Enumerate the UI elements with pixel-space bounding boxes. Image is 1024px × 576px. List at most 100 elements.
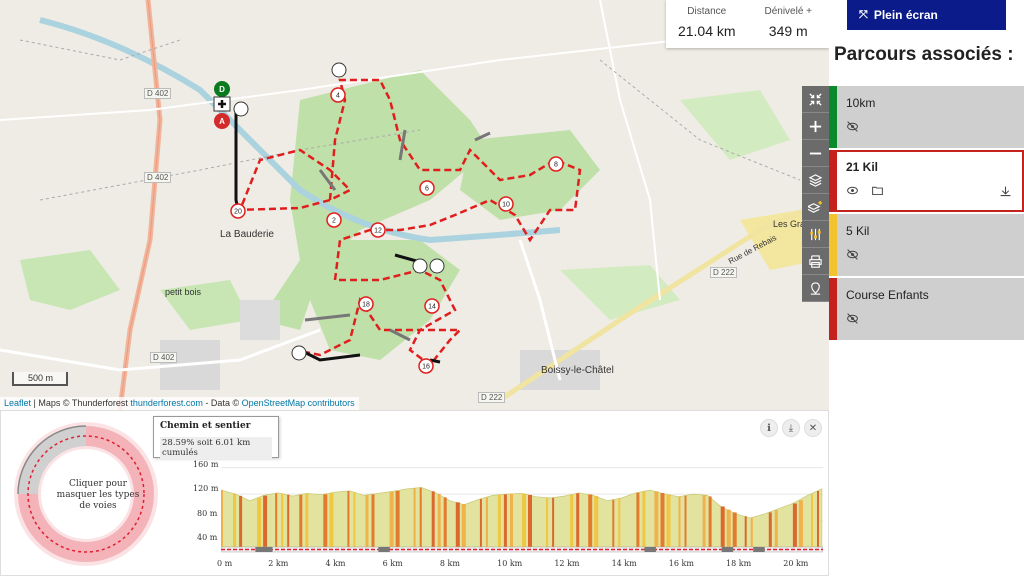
eye-icon[interactable]	[846, 184, 859, 197]
slope-stripe	[347, 491, 350, 547]
x-tick-label: 20 km	[783, 559, 809, 568]
folder-icon[interactable]	[871, 184, 884, 197]
route-item-5-kil[interactable]: 5 Kil	[829, 214, 1024, 276]
slope-stripe	[455, 502, 460, 547]
slope-stripe	[275, 493, 278, 547]
zoom-out-icon	[809, 152, 822, 154]
slope-stripe	[528, 494, 532, 547]
layers-add-button[interactable]	[802, 194, 829, 221]
slope-stripe	[461, 504, 466, 547]
x-tick-label: 0 m	[217, 559, 233, 568]
tooltip-value: 28.59% soit 6.01 km cumulés	[160, 437, 272, 459]
km-marker-label: 6	[425, 186, 429, 193]
place-label: La Bauderie	[220, 229, 274, 240]
slope-stripe	[287, 494, 290, 547]
slope-stripe	[239, 495, 243, 547]
slope-stripe	[413, 488, 416, 547]
slope-stripe	[323, 494, 328, 547]
thunderforest-link[interactable]: thunderforest.com	[130, 398, 203, 408]
route-name: 10km	[846, 96, 876, 110]
route-item-course-enfants[interactable]: Course Enfants	[829, 278, 1024, 340]
slope-stripe	[666, 494, 671, 547]
settings-button[interactable]	[802, 221, 829, 248]
slope-stripe	[612, 499, 615, 547]
km-marker-label: 16	[422, 364, 430, 371]
x-tick-label: 2 km	[268, 559, 289, 568]
route-list: 10km 21 Kil 5 Kil Course Enfants	[829, 86, 1024, 342]
y-tick-label: 80 m	[197, 509, 218, 518]
leaflet-link[interactable]: Leaflet	[4, 398, 31, 408]
eye-slash-icon[interactable]	[846, 120, 859, 133]
zoom-in-button[interactable]	[802, 113, 829, 140]
slope-stripe	[395, 490, 400, 547]
slope-stripe	[744, 516, 747, 547]
slope-stripe	[329, 493, 334, 547]
download-button[interactable]: ⤓	[782, 419, 800, 437]
slope-stripe	[299, 494, 303, 547]
route-item-10km[interactable]: 10km	[829, 86, 1024, 148]
elevation-chart[interactable]	[221, 461, 823, 561]
slope-stripe	[817, 491, 819, 547]
slope-stripe	[594, 495, 599, 547]
km-marker-label: 4	[336, 93, 340, 100]
tooltip-title: Chemin et sentier	[160, 421, 251, 431]
slope-stripe	[419, 487, 422, 547]
map-canvas[interactable]: 2 4 6 8 10 12 14 16 18 20 D A	[0, 0, 829, 410]
slope-stripe	[263, 495, 268, 547]
print-icon	[809, 254, 822, 268]
map-view[interactable]: 2 4 6 8 10 12 14 16 18 20 D A La Bauderie petit bo…	[0, 0, 829, 410]
km-marker-label: 2	[332, 218, 336, 225]
x-tick-label: 16 km	[668, 559, 694, 568]
slope-stripe	[389, 491, 394, 547]
path-segment	[721, 547, 734, 552]
slope-stripe	[792, 503, 797, 547]
eye-slash-icon[interactable]	[846, 312, 859, 325]
slope-stripe	[305, 493, 309, 547]
collapse-button[interactable]	[802, 86, 829, 113]
slope-stripe	[588, 494, 593, 547]
fullscreen-button[interactable]: ⤧ Plein écran	[847, 0, 1006, 30]
location-icon	[810, 281, 821, 295]
print-button[interactable]	[802, 248, 829, 275]
x-tick-label: 18 km	[726, 559, 752, 568]
x-tick-label: 14 km	[611, 559, 637, 568]
slope-stripe	[233, 493, 236, 547]
km-marker-label: 18	[362, 302, 370, 309]
layers-button[interactable]	[802, 167, 829, 194]
elevation-profile: Cliquer pour masquer les types de voies …	[0, 410, 829, 576]
expand-icon: ⤧	[859, 8, 868, 21]
profile-tools: ℹ ⤓ ✕	[760, 419, 822, 437]
route-item-21-kil[interactable]: 21 Kil	[829, 150, 1024, 212]
eye-slash-icon[interactable]	[846, 248, 859, 261]
slope-stripe	[732, 512, 737, 547]
slope-stripe	[702, 495, 706, 547]
slope-stripe	[750, 517, 753, 547]
location-button[interactable]	[802, 275, 829, 302]
slope-stripe	[720, 506, 725, 547]
close-icon: ✕	[808, 422, 818, 434]
slope-stripe	[221, 490, 223, 547]
start-marker-label[interactable]: D	[219, 85, 225, 94]
road-tag: D 402	[150, 352, 178, 363]
route-stats: Distance 21.04 km Dénivelé + 349 m	[666, 0, 829, 48]
elevation-area	[221, 487, 823, 548]
slope-stripe	[768, 512, 772, 547]
elevation-value: 349 m	[768, 23, 808, 39]
y-tick-label: 160 m	[193, 460, 219, 469]
info-button[interactable]: ℹ	[760, 419, 778, 437]
distance-stat: Distance 21.04 km	[666, 0, 748, 48]
map-attribution: Leaflet | Maps © Thunderforest thunderfo…	[0, 397, 359, 410]
download-icon: ⤓	[788, 422, 794, 434]
zoom-out-button[interactable]	[802, 140, 829, 167]
download-icon[interactable]	[999, 185, 1012, 198]
end-marker-label[interactable]: A	[219, 117, 225, 126]
slope-stripe	[503, 494, 507, 547]
road-tag: D 402	[144, 172, 172, 183]
layers-add-icon	[808, 200, 823, 213]
y-tick-label: 40 m	[197, 533, 218, 542]
slope-stripe	[497, 494, 501, 547]
close-button[interactable]: ✕	[804, 419, 822, 437]
osm-link[interactable]: OpenStreetMap contributors	[242, 398, 355, 408]
route-name: Course Enfants	[846, 288, 929, 302]
route-name: 21 Kil	[846, 160, 879, 174]
